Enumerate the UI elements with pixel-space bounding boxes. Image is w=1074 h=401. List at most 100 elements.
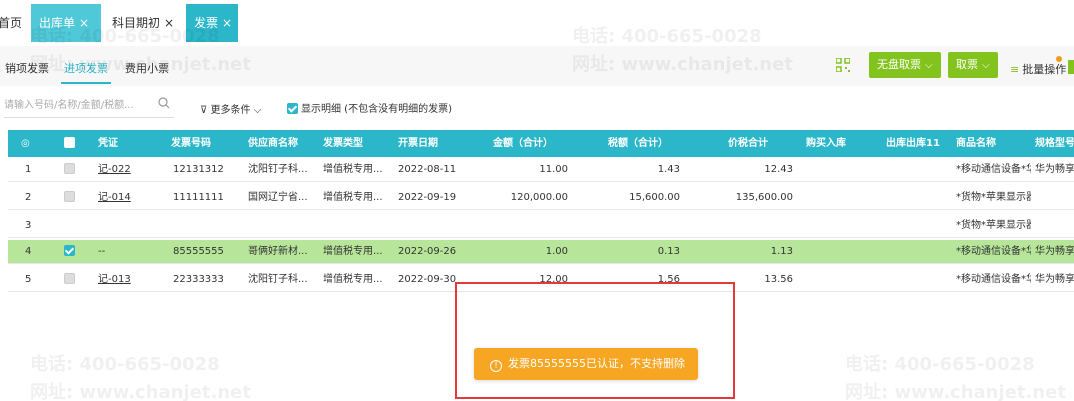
invoice-number: 85555555 [173, 246, 224, 257]
invoice-number: 11111111 [173, 192, 224, 203]
notification-dot [1056, 56, 1062, 62]
model [1035, 186, 1074, 210]
subtab-purchase-invoice[interactable]: 进项发票 [61, 60, 111, 84]
voucher-link[interactable]: 记-022 [98, 158, 131, 182]
invoice-date: 2022-09-19 [398, 192, 457, 203]
goods-name: *货物*苹果显示器 [956, 220, 1031, 231]
tax: 0.13 [657, 246, 680, 257]
tab-outbound[interactable]: 出库单 × [31, 4, 101, 42]
row-checkbox[interactable] [64, 186, 78, 210]
table-row[interactable]: 1 记-022 12131312 沈阳钉子科... 增值税专用... 2022-… [8, 158, 1074, 182]
watermark: 电话: 400-665-0028 [30, 354, 220, 375]
column-header[interactable]: 出库出库11 [886, 130, 956, 157]
search-input[interactable] [4, 94, 149, 116]
more-filters-button[interactable]: ⊽ 更多条件 ⌵ [200, 101, 261, 116]
voucher-link[interactable]: 记-013 [98, 268, 131, 292]
batch-icon: ≡ [1010, 63, 1020, 76]
show-detail-label: 显示明细 (不包含没有明细的发票) [301, 104, 452, 115]
close-icon[interactable]: × [164, 16, 174, 30]
annotation-highlight-box [455, 282, 735, 399]
tab-home[interactable]: 首页 [0, 4, 30, 42]
no-disk-fetch-button[interactable]: 无盘取票 ⌵ [869, 52, 941, 78]
table-header: ◎ 凭证 发票号码 供应商名称 发票类型 开票日期 金额（合计） 税额（合计） … [8, 130, 1074, 157]
close-icon[interactable]: × [222, 16, 232, 30]
supplier-name: 沈阳钉子科... [248, 274, 308, 285]
invoice-type: 增值税专用... [323, 192, 383, 203]
tax: 1.43 [657, 164, 680, 175]
invoice-number: 22333333 [173, 274, 224, 285]
search-icon[interactable] [158, 97, 170, 109]
tab-invoice[interactable]: 发票 × [186, 4, 238, 42]
column-header[interactable]: 发票号码 [171, 130, 241, 157]
invoice-date: 2022-09-30 [398, 274, 457, 285]
column-header[interactable]: 商品名称 [956, 130, 1016, 157]
row-index: 3 [25, 220, 32, 231]
overflow-button[interactable] [1068, 60, 1074, 74]
row-index: 5 [25, 274, 32, 285]
invoice-date: 2022-08-11 [398, 164, 457, 175]
amount: 120,000.00 [510, 192, 568, 203]
tax: 15,600.00 [629, 192, 680, 203]
qr-code-icon[interactable] [836, 58, 850, 72]
column-header[interactable]: 凭证 [98, 130, 158, 157]
close-icon[interactable]: × [79, 16, 89, 30]
tab-outbound-label: 出库单 [39, 16, 76, 30]
supplier-name: 哥俩好新材... [248, 246, 308, 257]
subtab-sales-invoice[interactable]: 销项发票 [5, 60, 49, 76]
goods-name: *货物*苹果显示器 [956, 192, 1031, 203]
column-header[interactable]: 税额（合计） [608, 130, 683, 157]
fetch-invoice-label: 取票 [956, 58, 978, 71]
row-index: 1 [25, 164, 32, 175]
column-header[interactable]: 发票类型 [323, 130, 393, 157]
table-row[interactable]: 2 记-014 11111111 国网辽宁省... 增值税专用... 2022-… [8, 186, 1074, 210]
goods-name: *移动通信设备*华为畅享 [956, 274, 1031, 285]
model: 华为畅享 [1035, 274, 1074, 285]
tab-opening[interactable]: 科目期初 × [104, 4, 184, 42]
table-row[interactable]: 3 *货物*苹果显示器 [8, 214, 1074, 238]
row-checkbox[interactable] [64, 158, 78, 182]
column-header[interactable]: 金额（合计） [493, 130, 563, 157]
column-header[interactable]: 购买入库 [806, 130, 866, 157]
watermark: 网址: www.chanjet.net [30, 382, 251, 401]
model: 华为畅享 [1035, 164, 1074, 175]
show-detail-checkbox[interactable] [287, 103, 298, 114]
batch-operation-label: 批量操作 [1022, 63, 1067, 76]
chevron-down-icon: ⌵ [253, 105, 262, 116]
column-header[interactable]: 价税合计 [728, 130, 788, 157]
select-all-checkbox[interactable] [64, 130, 78, 157]
column-header[interactable]: 供应商名称 [248, 130, 318, 157]
fetch-invoice-button[interactable]: 取票 ⌵ [948, 52, 998, 78]
total: 12.43 [764, 164, 793, 175]
row-checkbox[interactable] [64, 268, 78, 292]
total: 135,600.00 [735, 192, 793, 203]
subtab-expense-receipt[interactable]: 费用小票 [125, 60, 169, 76]
goods-name: *移动通信设备*华为畅享 [956, 164, 1031, 175]
column-header[interactable]: 规格型号 [1035, 130, 1074, 157]
batch-operation-button[interactable]: ≡ 批量操作 [1010, 61, 1066, 77]
tab-home-label: 首页 [0, 16, 23, 30]
voucher-link[interactable]: 记-014 [98, 186, 131, 210]
invoice-type: 增值税专用... [323, 164, 383, 175]
watermark: 网址: www.chanjet.net [845, 382, 1066, 401]
supplier-name: 沈阳钉子科... [248, 164, 308, 175]
row-index: 4 [25, 246, 32, 257]
model: 华为畅享 [1035, 246, 1074, 257]
more-filters-label: 更多条件 [210, 105, 251, 116]
row-index: 2 [25, 192, 32, 203]
invoice-type: 增值税专用... [323, 246, 383, 257]
tab-bar: 首页 出库单 × 科目期初 × 发票 × [0, 0, 1074, 44]
row-checkbox[interactable] [64, 240, 78, 264]
tab-opening-label: 科目期初 [112, 16, 161, 30]
chevron-down-icon: ⌵ [925, 60, 933, 71]
show-detail-toggle[interactable]: 显示明细 (不包含没有明细的发票) [287, 100, 452, 115]
table-row-selected[interactable]: 4 -- 85555555 哥俩好新材... 增值税专用... 2022-09-… [8, 240, 1074, 264]
column-header[interactable]: 开票日期 [398, 130, 468, 157]
no-disk-fetch-label: 无盘取票 [877, 58, 921, 71]
watermark: 电话: 400-665-0028 [845, 354, 1035, 375]
invoice-number: 12131312 [173, 164, 224, 175]
toast-message: 发票85555555已认证，不支持删除 [508, 357, 685, 370]
settings-icon[interactable]: ◎ [21, 130, 39, 157]
warning-icon: ! [490, 360, 502, 372]
search-box [4, 94, 174, 118]
chevron-down-icon: ⌵ [982, 60, 990, 71]
